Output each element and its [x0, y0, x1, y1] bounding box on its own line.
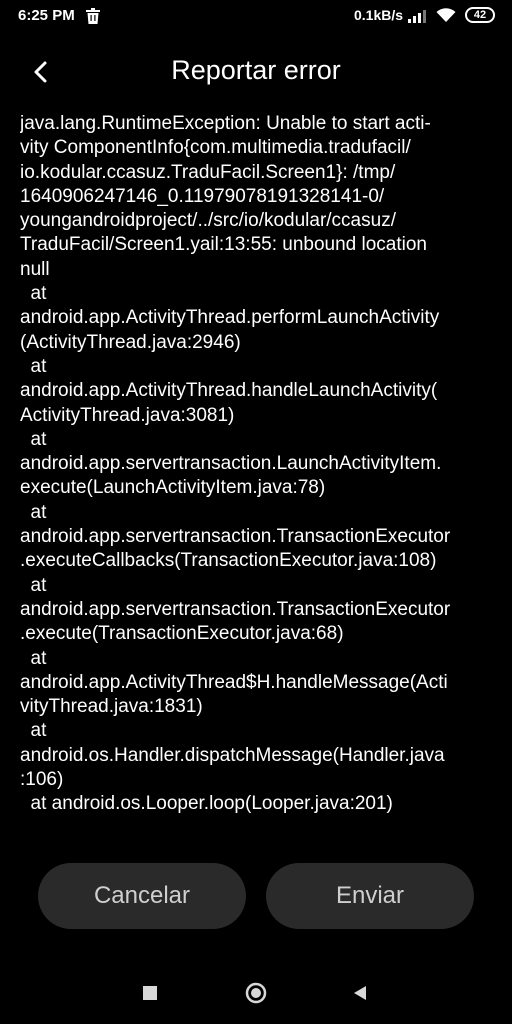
- error-line: vity ComponentInfo{com.multimedia.traduf…: [20, 137, 411, 159]
- signal-icon: [408, 9, 430, 23]
- error-line: android.os.Handler.dispatchMessage(Handl…: [20, 744, 445, 766]
- error-line: TraduFacil/Screen1.yail:13:55: unbound l…: [20, 234, 427, 256]
- error-line: at: [20, 355, 47, 377]
- error-line: at: [20, 647, 47, 669]
- error-line: vityThread.java:1831): [20, 696, 203, 718]
- error-line: 1640906247146_0.11979078191328141-0/: [20, 185, 385, 207]
- error-line: execute(LaunchActivityItem.java:78): [20, 477, 326, 499]
- error-line: .executeCallbacks(TransactionExecutor.ja…: [20, 550, 437, 572]
- error-line: null: [20, 258, 50, 280]
- home-circle-icon[interactable]: [245, 982, 267, 1004]
- wifi-icon: [436, 7, 456, 23]
- status-bar: 6:25 PM 0.1kB/s 42: [0, 0, 512, 34]
- error-line: android.app.ActivityThread.handleLaunchA…: [20, 380, 438, 402]
- send-button[interactable]: Enviar: [266, 863, 474, 929]
- error-line: at: [20, 574, 47, 596]
- recents-square-icon[interactable]: [143, 986, 157, 1000]
- back-triangle-icon[interactable]: [352, 985, 368, 1001]
- cancel-button[interactable]: Cancelar: [38, 863, 246, 929]
- network-speed: 0.1kB/s: [354, 7, 404, 23]
- error-line: android.app.ActivityThread.performLaunch…: [20, 307, 440, 329]
- error-line: at: [20, 283, 47, 305]
- page-title: Reportar error: [171, 55, 341, 85]
- error-line: :106): [20, 769, 64, 791]
- header: Reportar error: [0, 44, 512, 98]
- error-line: android.app.servertransaction.LaunchActi…: [20, 453, 442, 475]
- error-line: at: [20, 501, 47, 523]
- trash-icon: [86, 8, 100, 24]
- status-time: 6:25 PM: [18, 7, 75, 24]
- error-line: java.lang.RuntimeException: Unable to st…: [20, 113, 431, 134]
- error-line: .execute(TransactionExecutor.java:68): [20, 623, 344, 645]
- nav-bar: [0, 966, 512, 1022]
- error-line: android.app.ActivityThread$H.handleMessa…: [20, 671, 448, 693]
- error-line: io.kodular.ccasuz.TraduFacil.Screen1}: /…: [20, 161, 396, 183]
- error-report-text: java.lang.RuntimeException: Unable to st…: [20, 112, 500, 832]
- error-line: android.app.servertransaction.Transactio…: [20, 598, 451, 620]
- error-line: ActivityThread.java:3081): [20, 404, 235, 426]
- error-line: at: [20, 720, 47, 742]
- battery-icon: 42: [465, 7, 495, 23]
- error-line: android.app.servertransaction.Transactio…: [20, 526, 451, 548]
- error-line: at: [20, 428, 47, 450]
- error-line: (ActivityThread.java:2946): [20, 331, 241, 353]
- error-line: youngandroidproject/../src/io/kodular/cc…: [20, 210, 396, 232]
- error-line: at android.os.Looper.loop(Looper.java:20…: [20, 793, 393, 815]
